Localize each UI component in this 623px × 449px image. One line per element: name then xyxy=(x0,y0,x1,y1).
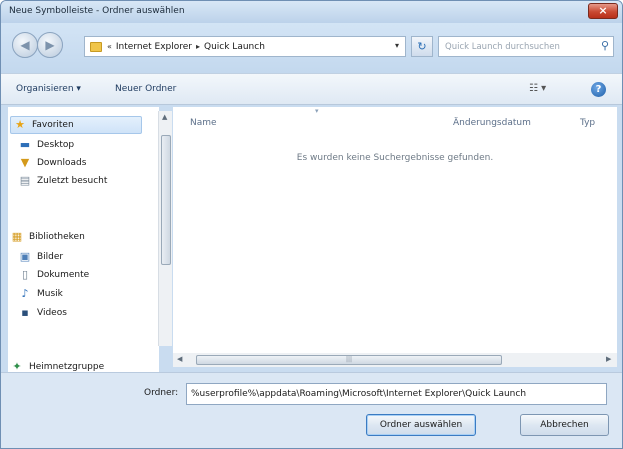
breadcrumb-quick-launch[interactable]: Quick Launch xyxy=(204,42,265,52)
file-list[interactable]: ▾ Name Änderungsdatum Typ Es wurden kein… xyxy=(173,107,617,357)
sidebar-item-label: Desktop xyxy=(37,140,75,150)
scrollbar-grip: ||| xyxy=(345,356,353,363)
search-input[interactable]: Quick Launch durchsuchen ⚲ xyxy=(438,36,614,57)
folder-icon xyxy=(90,41,102,52)
navigation-pane: ★ Favoriten ▬ Desktop ▼ Downloads ▤ Zule… xyxy=(8,107,159,373)
empty-results-message: Es wurden keine Suchergebnisse gefunden. xyxy=(296,153,494,163)
refresh-button[interactable]: ↻ xyxy=(411,36,433,57)
folder-path-input[interactable]: %userprofile%\appdata\Roaming\Microsoft\… xyxy=(186,383,607,405)
sidebar-item-videos[interactable]: ▪ Videos xyxy=(18,304,67,322)
command-toolbar: Organisieren ▾ Neuer Ordner ☷ ▾ ? xyxy=(1,73,622,105)
refresh-icon: ↻ xyxy=(417,40,427,53)
window-title: Neue Symbolleiste - Ordner auswählen xyxy=(9,6,185,16)
folder-picker-window: Neue Symbolleiste - Ordner auswählen × ◀… xyxy=(0,0,623,449)
forward-button[interactable]: ▶ xyxy=(37,32,63,58)
sidebar-item-downloads[interactable]: ▼ Downloads xyxy=(18,154,87,172)
search-placeholder: Quick Launch durchsuchen xyxy=(445,42,560,52)
recent-icon: ▤ xyxy=(19,174,31,187)
horizontal-scrollbar[interactable]: ◀ ||| ▶ xyxy=(173,353,617,367)
search-icon[interactable]: ⚲ xyxy=(601,39,609,52)
scrollbar-thumb[interactable] xyxy=(161,135,171,265)
column-header-name[interactable]: Name xyxy=(190,118,217,128)
sidebar-item-label: Favoriten xyxy=(32,120,74,130)
dialog-footer: Ordner: %userprofile%\appdata\Roaming\Mi… xyxy=(1,372,622,448)
scroll-right-icon[interactable]: ▶ xyxy=(606,355,611,363)
sort-indicator-icon: ▾ xyxy=(315,107,319,115)
sidebar-item-label: Bilder xyxy=(37,252,64,262)
videos-icon: ▪ xyxy=(21,306,29,319)
sidebar-item-favorites[interactable]: ★ Favoriten xyxy=(10,116,142,134)
back-button[interactable]: ◀ xyxy=(12,32,38,58)
sidebar-item-label: Videos xyxy=(37,308,67,318)
sidebar-item-label: Downloads xyxy=(37,158,87,168)
music-icon: ♪ xyxy=(21,287,29,300)
pictures-icon: ▣ xyxy=(19,250,31,263)
back-arrow-icon: ◀ xyxy=(20,38,30,52)
new-folder-button[interactable]: Neuer Ordner xyxy=(115,84,176,94)
address-bar[interactable]: « Internet Explorer ▸ Quick Launch ▾ xyxy=(84,36,406,57)
scrollbar-thumb[interactable]: ||| xyxy=(196,355,502,365)
documents-icon: ▯ xyxy=(21,268,29,281)
address-dropdown-icon[interactable]: ▾ xyxy=(395,41,399,50)
sidebar-item-label: Bibliotheken xyxy=(29,232,85,242)
sidebar-item-music[interactable]: ♪ Musik xyxy=(18,285,63,303)
column-header-type[interactable]: Typ xyxy=(580,118,595,128)
scroll-up-icon[interactable]: ▲ xyxy=(162,113,167,121)
organize-button[interactable]: Organisieren ▾ xyxy=(16,84,81,94)
sidebar-item-desktop[interactable]: ▬ Desktop xyxy=(18,136,74,154)
breadcrumb-internet-explorer[interactable]: Internet Explorer xyxy=(116,42,192,52)
select-folder-button[interactable]: Ordner auswählen xyxy=(366,414,476,436)
cancel-button[interactable]: Abbrechen xyxy=(520,414,609,436)
title-bar[interactable]: Neue Symbolleiste - Ordner auswählen × xyxy=(1,1,622,23)
column-header-date[interactable]: Änderungsdatum xyxy=(453,118,531,128)
sidebar-item-libraries[interactable]: ▦ Bibliotheken xyxy=(10,228,85,246)
downloads-icon: ▼ xyxy=(20,156,30,169)
forward-arrow-icon: ▶ xyxy=(45,38,55,52)
navigation-bar: ◀ ▶ « Internet Explorer ▸ Quick Launch ▾… xyxy=(1,23,622,73)
libraries-icon: ▦ xyxy=(11,230,23,243)
sidebar-item-label: Dokumente xyxy=(37,270,90,280)
star-icon: ★ xyxy=(15,118,25,131)
view-options-icon[interactable]: ☷ ▾ xyxy=(529,83,546,94)
folder-label: Ordner: xyxy=(144,388,179,398)
sidebar-item-pictures[interactable]: ▣ Bilder xyxy=(18,248,63,266)
navigation-pane-scrollbar[interactable]: ▲ xyxy=(158,111,172,346)
scroll-left-icon[interactable]: ◀ xyxy=(177,355,182,363)
sidebar-item-recent[interactable]: ▤ Zuletzt besucht xyxy=(18,172,108,190)
breadcrumb-separator-icon[interactable]: ▸ xyxy=(196,42,200,51)
breadcrumb-overflow[interactable]: « xyxy=(107,42,112,51)
desktop-icon: ▬ xyxy=(19,138,31,151)
sidebar-item-label: Heimnetzgruppe xyxy=(29,362,105,372)
sidebar-item-documents[interactable]: ▯ Dokumente xyxy=(18,266,89,284)
help-icon[interactable]: ? xyxy=(591,82,606,97)
close-button[interactable]: × xyxy=(588,3,618,19)
sidebar-item-label: Zuletzt besucht xyxy=(37,176,108,186)
sidebar-item-label: Musik xyxy=(37,289,63,299)
